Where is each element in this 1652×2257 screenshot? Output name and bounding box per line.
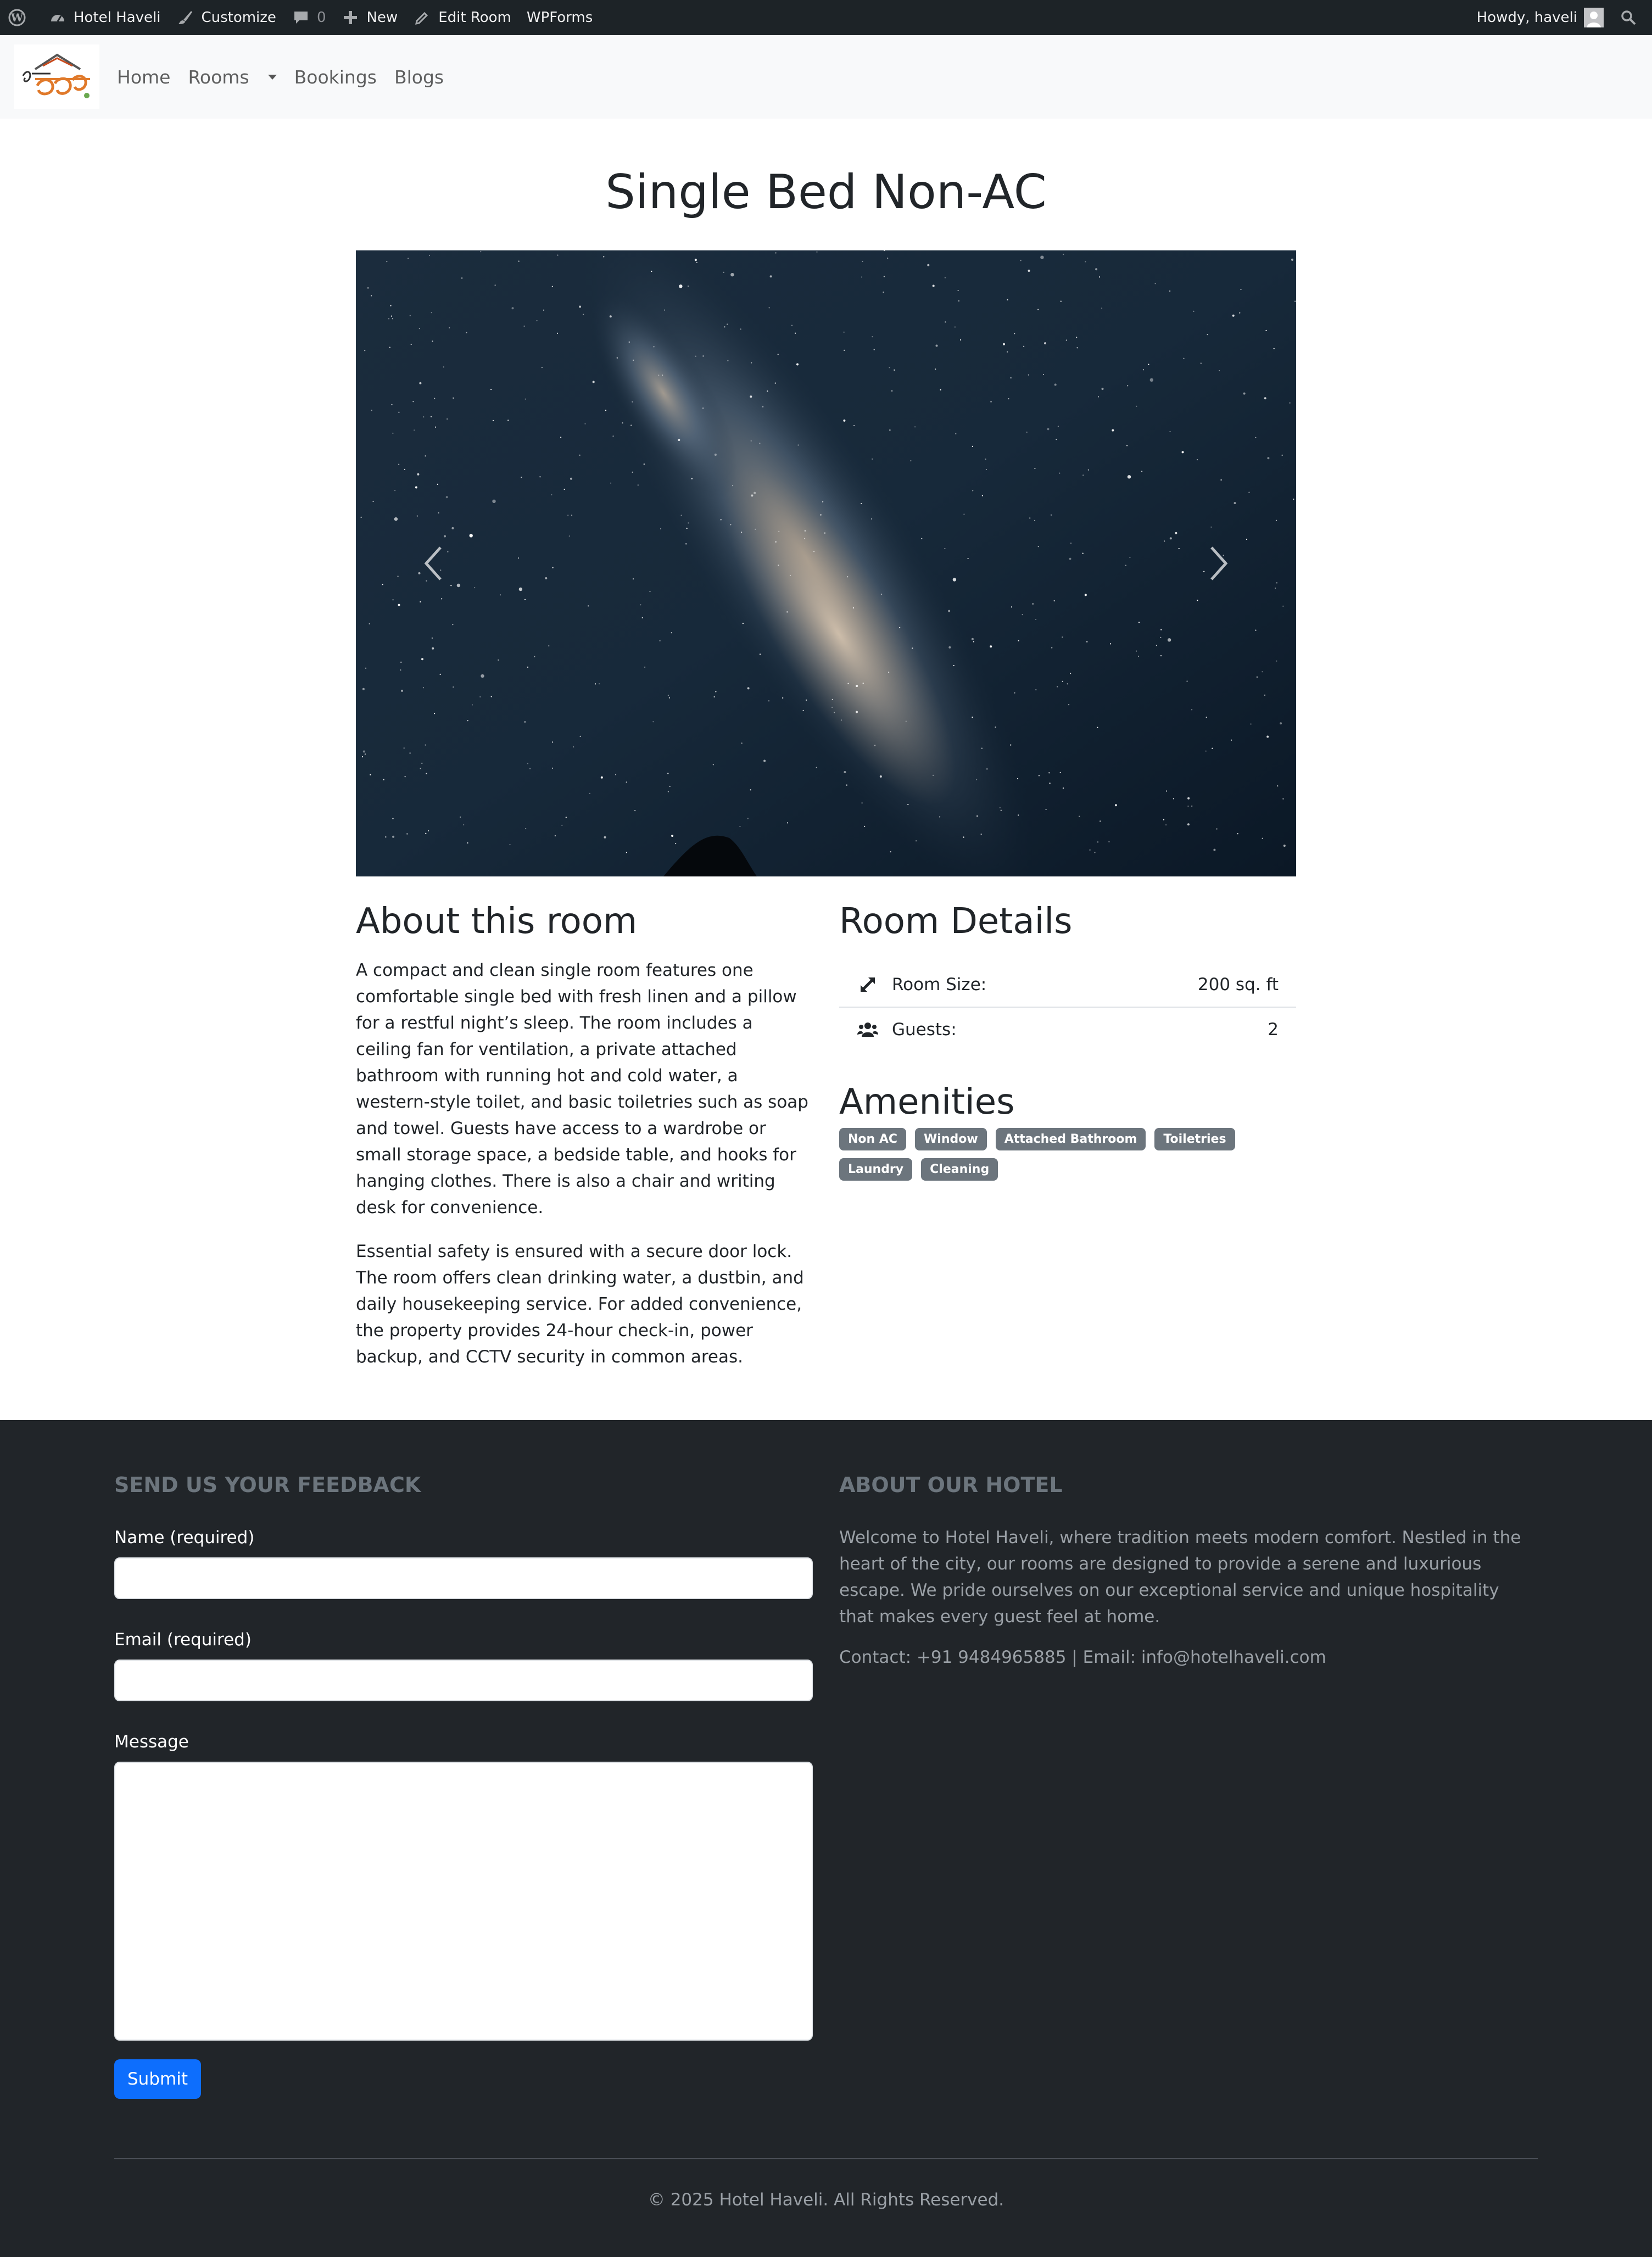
- brush-icon: [176, 8, 194, 27]
- edit-room-label: Edit Room: [438, 9, 511, 26]
- about-hotel-section: ABOUT OUR HOTEL Welcome to Hotel Haveli,…: [839, 1473, 1538, 1667]
- feedback-form: SEND US YOUR FEEDBACK Name (required) Em…: [114, 1473, 813, 2099]
- comments-link[interactable]: 0: [284, 0, 334, 35]
- site-name-link[interactable]: Hotel Haveli: [41, 0, 168, 35]
- submit-button[interactable]: Submit: [114, 2059, 201, 2099]
- plus-icon: [341, 8, 360, 27]
- room-image-carousel: [356, 250, 1296, 876]
- room-size-row: Room Size: 200 sq. ft: [839, 962, 1296, 1008]
- site-footer: SEND US YOUR FEEDBACK Name (required) Em…: [0, 1420, 1652, 2257]
- about-paragraph: A compact and clean single room features…: [356, 960, 808, 1217]
- about-room-section: About this room A compact and clean sing…: [356, 901, 812, 1370]
- amenity-badge: Non AC: [839, 1127, 907, 1150]
- dashboard-icon: [48, 8, 67, 27]
- new-content-link[interactable]: New: [333, 0, 405, 35]
- wpforms-label: WPForms: [526, 9, 593, 26]
- customize-link[interactable]: Customize: [168, 0, 283, 35]
- site-name-label: Hotel Haveli: [74, 9, 161, 26]
- nav-bookings[interactable]: Bookings: [294, 66, 377, 88]
- email-label: Email (required): [114, 1630, 252, 1650]
- rooms-dropdown-caret-icon[interactable]: [267, 74, 277, 80]
- carousel-next-button[interactable]: [1164, 509, 1274, 618]
- nav-rooms[interactable]: Rooms: [188, 66, 249, 88]
- howdy-label: Howdy, haveli: [1476, 9, 1577, 26]
- amenities-heading: Amenities: [839, 1081, 1015, 1122]
- wordpress-logo-button[interactable]: W: [0, 0, 41, 35]
- about-hotel-text: Welcome to Hotel Haveli, where tradition…: [839, 1528, 1521, 1627]
- wp-admin-bar: W Hotel Haveli Customize 0 New Edit Room…: [0, 0, 1652, 35]
- svg-text:W: W: [10, 11, 24, 24]
- hotel-logo[interactable]: [14, 44, 99, 109]
- copyright-text: © 2025 Hotel Haveli. All Rights Reserved…: [648, 2190, 1004, 2210]
- guests-label: Guests:: [892, 1019, 957, 1040]
- guests-value: 2: [1268, 1019, 1279, 1040]
- email-field[interactable]: [114, 1660, 813, 1701]
- about-heading: About this room: [356, 901, 638, 942]
- about-paragraph: Essential safety is ensured with a secur…: [356, 1241, 804, 1367]
- users-icon: [857, 1019, 879, 1041]
- room-size-value: 200 sq. ft: [1107, 962, 1296, 1008]
- chevron-right-icon: [1210, 546, 1228, 580]
- pencil-icon: [413, 8, 432, 27]
- name-label: Name (required): [114, 1528, 255, 1548]
- footer-divider: [114, 2158, 1538, 2159]
- amenities-list: Non AC Window Attached Bathroom Toiletri…: [839, 1127, 1257, 1188]
- room-details-heading: Room Details: [839, 901, 1073, 942]
- room-size-label: Room Size:: [892, 974, 987, 995]
- comments-count: 0: [316, 9, 326, 26]
- wordpress-icon: W: [8, 8, 26, 27]
- amenity-badge: Toiletries: [1154, 1127, 1235, 1150]
- room-size-label-cell: Room Size:: [839, 962, 1108, 1008]
- feedback-heading: SEND US YOUR FEEDBACK: [114, 1473, 421, 1497]
- customize-label: Customize: [201, 9, 276, 26]
- my-account-link[interactable]: Howdy, haveli: [1469, 0, 1611, 35]
- room-photo-night-sky: [356, 250, 1296, 876]
- new-label: New: [366, 9, 398, 26]
- search-button[interactable]: [1611, 0, 1652, 35]
- wpforms-link[interactable]: WPForms: [519, 0, 600, 35]
- amenity-badge: Cleaning: [921, 1158, 998, 1181]
- guests-row: Guests: 2: [839, 1007, 1296, 1052]
- room-details-table: Room Size: 200 sq. ft Guests: 2: [839, 962, 1296, 1052]
- contact-info: Contact: +91 9484965885 | Email: info@ho…: [839, 1647, 1326, 1667]
- page-title: Single Bed Non-AC: [605, 165, 1047, 220]
- room-details-section: Room Details Room Size: 200 sq. ft Guest…: [839, 901, 1296, 1188]
- nav-blogs[interactable]: Blogs: [394, 66, 444, 88]
- guests-label-cell: Guests:: [839, 1007, 1108, 1052]
- name-field[interactable]: [114, 1557, 813, 1599]
- edit-room-link[interactable]: Edit Room: [405, 0, 519, 35]
- comment-icon: [292, 8, 310, 27]
- site-navbar: Home Rooms Bookings Blogs: [0, 35, 1652, 119]
- message-textarea[interactable]: [114, 1762, 813, 2041]
- avatar: [1584, 8, 1604, 27]
- carousel-prev-button[interactable]: [378, 509, 488, 618]
- nav-home[interactable]: Home: [117, 66, 170, 88]
- expand-icon: [857, 974, 879, 996]
- amenity-badge: Attached Bathroom: [995, 1127, 1146, 1150]
- amenity-badge: Window: [915, 1127, 987, 1150]
- chevron-left-icon: [424, 546, 442, 580]
- amenity-badge: Laundry: [839, 1158, 913, 1181]
- search-icon: [1619, 8, 1638, 27]
- message-label: Message: [114, 1732, 189, 1752]
- about-hotel-heading: ABOUT OUR HOTEL: [839, 1473, 1063, 1497]
